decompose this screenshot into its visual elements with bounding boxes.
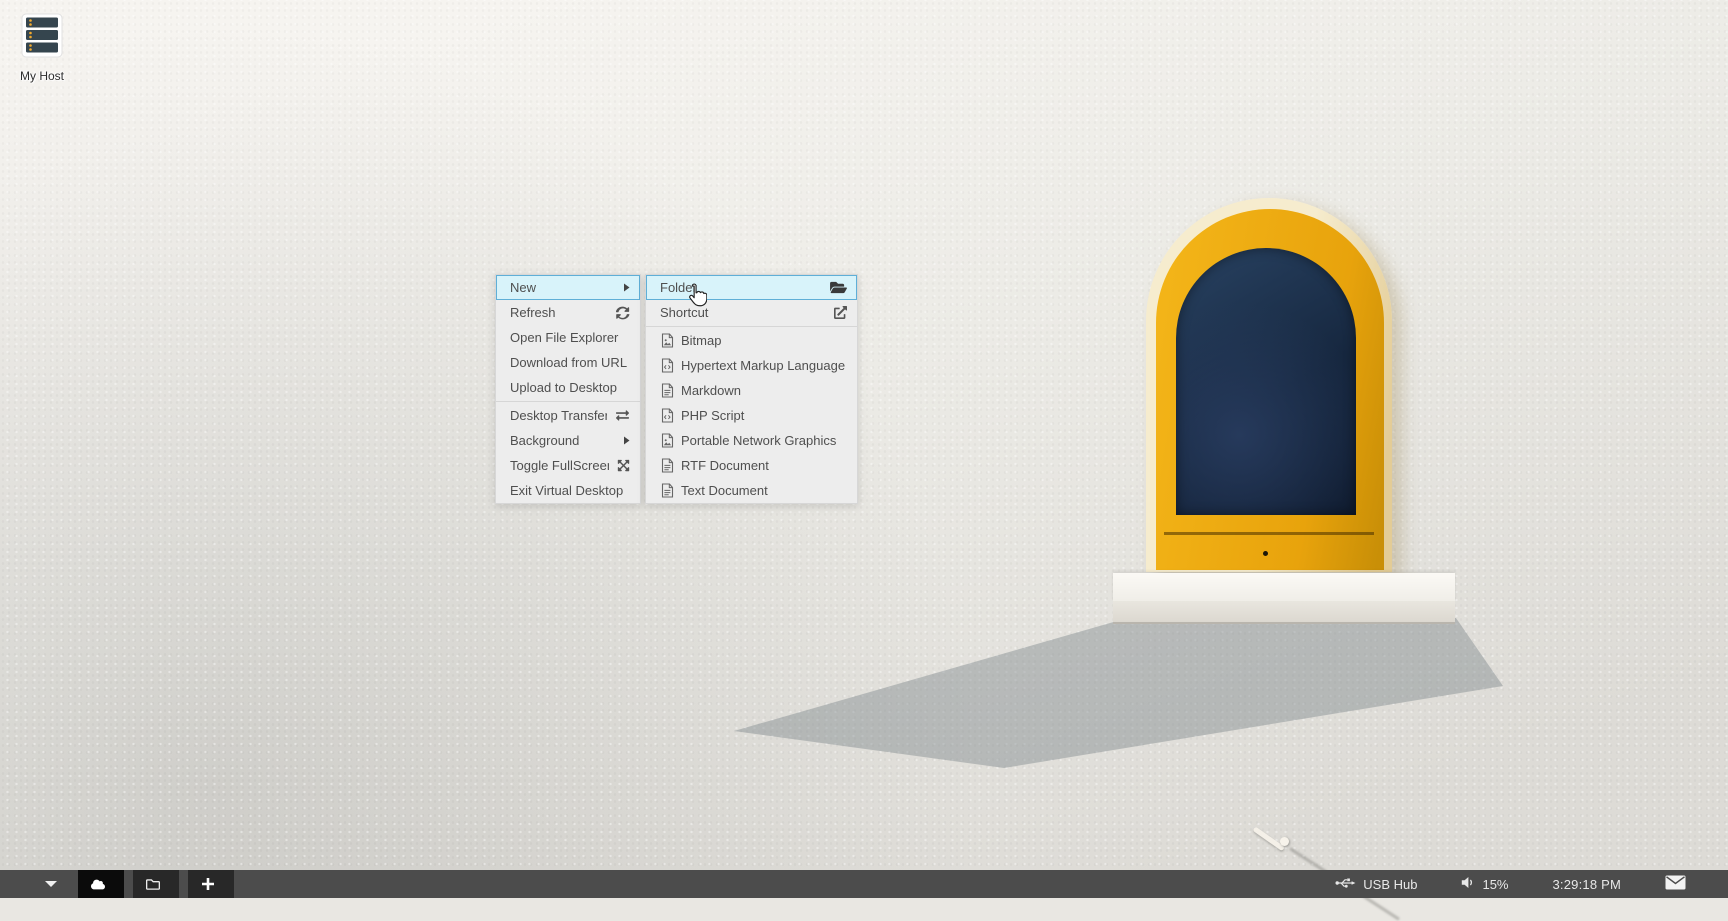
file-image-icon: [660, 433, 674, 448]
submenu-arrow-icon: [623, 283, 630, 292]
menu-item-refresh[interactable]: Refresh: [496, 300, 640, 325]
menu-item-hypertext-markup-language[interactable]: Hypertext Markup Language: [646, 353, 857, 378]
usb-status[interactable]: USB Hub: [1335, 876, 1417, 893]
menu-item-label: Portable Network Graphics: [681, 433, 847, 448]
window-sill-groove: [1164, 532, 1374, 535]
menu-separator: [496, 401, 640, 402]
menu-item-label: Markdown: [681, 383, 847, 398]
menu-item-shortcut[interactable]: Shortcut: [646, 300, 857, 325]
context-menu: New Refresh Open File Explorer Download …: [495, 274, 641, 504]
menu-item-background[interactable]: Background: [496, 428, 640, 453]
menu-item-label: Open File Explorer: [510, 330, 630, 345]
menu-item-label: Bitmap: [681, 333, 847, 348]
usb-label: USB Hub: [1363, 877, 1417, 892]
menu-item-text-document[interactable]: Text Document: [646, 478, 857, 503]
mail-icon[interactable]: [1665, 875, 1686, 893]
menu-item-folder[interactable]: Folder: [646, 275, 857, 300]
menu-item-label: Upload to Desktop: [510, 380, 630, 395]
server-icon: [13, 13, 71, 63]
desktop-icon-my-host[interactable]: My Host: [13, 13, 71, 83]
taskbar-add-app[interactable]: [188, 870, 234, 898]
menu-item-label: PHP Script: [681, 408, 847, 423]
menu-item-download-from-url[interactable]: Download from URL: [496, 350, 640, 375]
menu-item-label: Exit Virtual Desktop: [510, 483, 630, 498]
menu-item-desktop-transfer[interactable]: Desktop Transfer: [496, 403, 640, 428]
menu-item-markdown[interactable]: Markdown: [646, 378, 857, 403]
menu-item-open-file-explorer[interactable]: Open File Explorer: [496, 325, 640, 350]
caret-down-icon: [44, 875, 58, 893]
menu-item-label: Refresh: [510, 305, 608, 320]
refresh-icon: [616, 306, 630, 320]
menu-item-label: New: [510, 280, 615, 295]
new-submenu: Folder Shortcut Bitmap Hypertext Markup …: [645, 274, 858, 504]
menu-item-exit-virtual-desktop[interactable]: Exit Virtual Desktop: [496, 478, 640, 503]
menu-item-label: Download from URL: [510, 355, 630, 370]
wall-rod-knob: [1280, 837, 1289, 846]
menu-item-portable-network-graphics[interactable]: Portable Network Graphics: [646, 428, 857, 453]
taskbar-file-explorer[interactable]: [133, 870, 179, 898]
external-link-icon: [834, 306, 847, 319]
volume-status[interactable]: 15%: [1461, 876, 1508, 892]
file-text-icon: [660, 483, 674, 498]
taskbar-caret-button[interactable]: [36, 870, 66, 898]
folder-open-icon: [830, 280, 847, 295]
cursor-pointer-icon: [684, 282, 707, 314]
menu-item-new[interactable]: New: [496, 275, 640, 300]
taskbar-cloud-app[interactable]: [78, 870, 124, 898]
file-text-icon: [660, 458, 674, 473]
desktop-icon-label: My Host: [13, 69, 71, 83]
menu-item-php-script[interactable]: PHP Script: [646, 403, 857, 428]
menu-item-label: Text Document: [681, 483, 847, 498]
usb-icon: [1335, 876, 1356, 893]
window-glass: [1176, 248, 1356, 515]
menu-item-label: RTF Document: [681, 458, 847, 473]
menu-item-label: Background: [510, 433, 615, 448]
submenu-arrow-icon: [623, 436, 630, 445]
cloud-icon: [91, 874, 105, 895]
menu-item-rtf-document[interactable]: RTF Document: [646, 453, 857, 478]
menu-item-label: Hypertext Markup Language: [681, 358, 847, 373]
taskbar-left: [0, 870, 234, 898]
window-ledge-top: [1113, 573, 1455, 601]
taskbar-app-tiles: [78, 870, 234, 898]
folder-icon: [146, 877, 160, 892]
menu-separator: [646, 326, 857, 327]
taskbar-status: USB Hub 15% 3:29:18 PM: [1335, 875, 1728, 893]
file-text-icon: [660, 383, 674, 398]
expand-icon: [617, 459, 630, 472]
plus-icon: [201, 877, 215, 891]
window-sill-dot: [1263, 551, 1268, 556]
taskbar: USB Hub 15% 3:29:18 PM: [0, 870, 1728, 898]
menu-item-label: Desktop Transfer: [510, 408, 607, 423]
window-ledge-front: [1113, 601, 1455, 624]
menu-item-label: Toggle FullScreen: [510, 458, 609, 473]
menu-item-toggle-fullscreen[interactable]: Toggle FullScreen: [496, 453, 640, 478]
menu-item-upload-to-desktop[interactable]: Upload to Desktop: [496, 375, 640, 400]
file-code-icon: [660, 358, 674, 373]
menu-item-bitmap[interactable]: Bitmap: [646, 328, 857, 353]
file-image-icon: [660, 333, 674, 348]
clock[interactable]: 3:29:18 PM: [1553, 877, 1622, 892]
file-code-icon: [660, 408, 674, 423]
speaker-icon: [1461, 876, 1475, 892]
transfer-icon: [615, 409, 630, 422]
volume-percent: 15%: [1482, 877, 1508, 892]
